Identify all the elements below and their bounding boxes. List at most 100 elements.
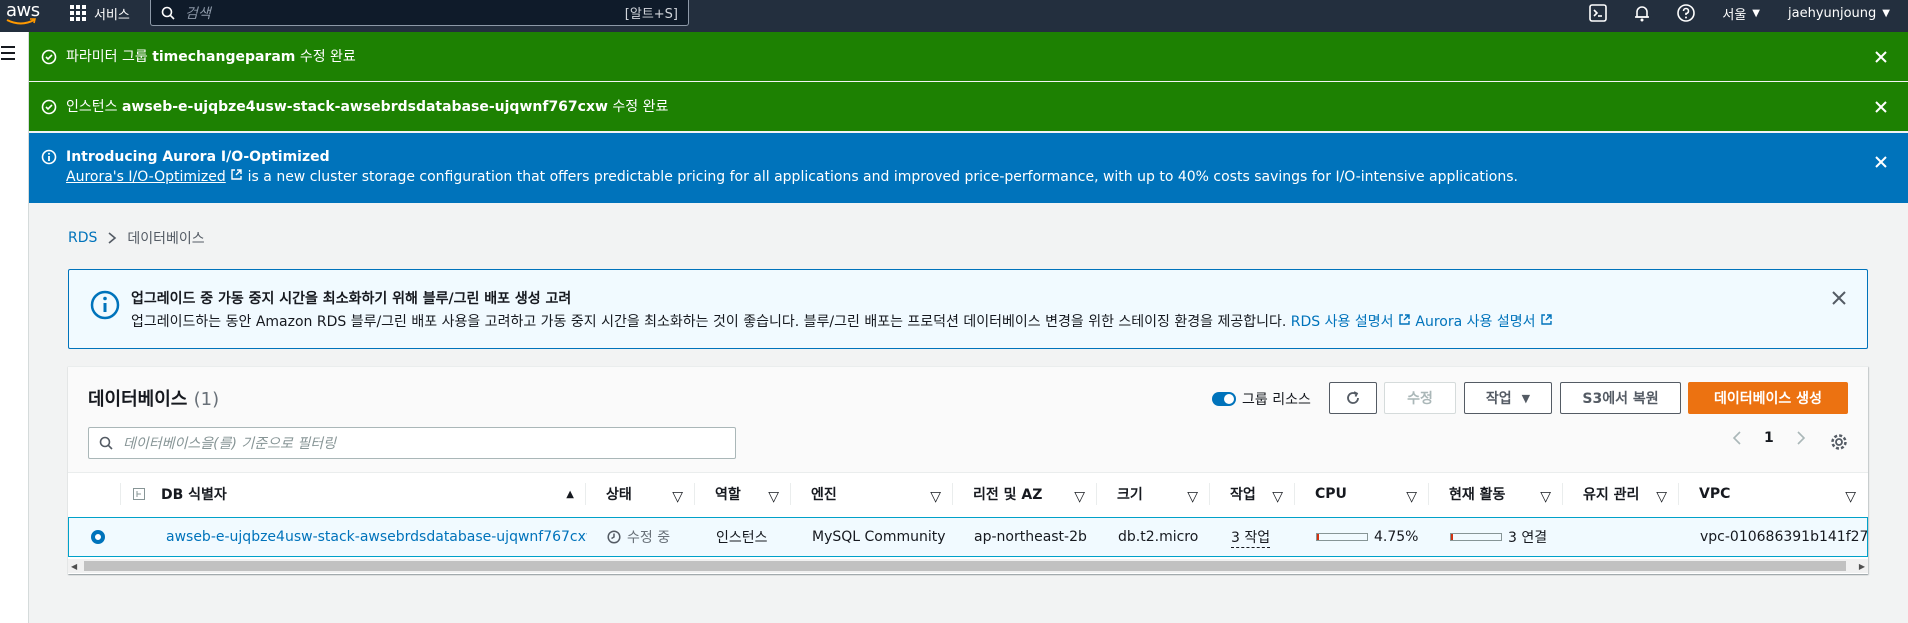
column-label: 상태 [606,487,632,503]
horizontal-scrollbar[interactable]: ◀ ▶ [68,559,1868,573]
group-resources-toggle[interactable]: 그룹 리소스 [1212,389,1311,409]
cloudshell-button[interactable] [1576,3,1620,23]
cpu-meter-fill [1317,534,1320,540]
chevron-right-icon[interactable] [1796,431,1806,445]
column-header[interactable]: 상태 ▽ [586,473,695,515]
account-menu[interactable]: jaehyunjoung ▼ [1788,6,1890,21]
top-navigation: aws 서비스 검색 [알트+S] 서울 ▼ jaehyunjoung ▼ [0,0,1908,32]
help-icon [1677,4,1696,22]
close-icon[interactable] [1874,50,1888,64]
flash-title: Introducing Aurora I/O-Optimized [66,149,330,165]
toggle-switch[interactable] [1212,392,1236,406]
aws-logo[interactable]: aws [4,0,42,32]
modify-button[interactable]: 수정 [1384,382,1456,414]
cell-maintenance [1564,518,1680,556]
cell-region: ap-northeast-2b [954,518,1098,556]
restore-from-s3-button[interactable]: S3에서 복원 [1560,382,1681,414]
column-header[interactable]: 현재 활동 ▽ [1429,473,1563,515]
sort-icon: ▽ [1406,489,1417,505]
radio-selected[interactable] [91,530,105,544]
services-menu[interactable]: 서비스 [70,0,130,26]
db-identifier-link[interactable]: awseb-e-ujqbze4usw-stack-awsebrdsdatabas… [166,529,587,545]
cell-actions: 3 작업 [1211,518,1296,556]
aurora-guide-link[interactable]: Aurora 사용 설명서 [1415,314,1535,330]
vpc-text: vpc-010686391b141f279 [1700,529,1867,545]
services-label: 서비스 [94,7,130,23]
close-icon[interactable] [1874,155,1888,169]
scroll-left-icon[interactable]: ◀ [71,562,77,571]
column-label: 작업 [1230,487,1256,503]
filter-input[interactable]: 데이터베이스을(를) 기준으로 필터링 [88,427,736,459]
status-text: 수정 중 [627,530,671,546]
create-database-button[interactable]: 데이터베이스 생성 [1688,382,1848,414]
column-header[interactable]: CPU ▽ [1295,473,1429,515]
aurora-io-link[interactable]: Aurora's I/O-Optimized [66,169,226,185]
pending-actions-link[interactable]: 3 작업 [1231,527,1271,548]
help-button[interactable] [1664,3,1708,23]
databases-table-panel: 데이터베이스 (1) 그룹 리소스 수정 작업 ▼ S3에서 복원 데이터베이스… [68,366,1868,574]
activity-text: 3 연결 [1508,530,1548,546]
actions-dropdown[interactable]: 작업 ▼ [1464,382,1552,414]
flash-message: Introducing Aurora I/O-Optimized Aurora'… [66,147,1518,187]
column-header[interactable]: 유지 관리 ▽ [1563,473,1679,515]
flash-info-aurora: Introducing Aurora I/O-Optimized Aurora'… [29,133,1908,203]
activity-meter-fill [1451,534,1453,540]
column-header[interactable]: 리전 및 AZ ▽ [953,473,1097,515]
scroll-right-icon[interactable]: ▶ [1859,562,1865,571]
grid-icon [70,5,86,21]
cell-db-identifier: awseb-e-ujqbze4usw-stack-awsebrdsdatabas… [122,518,587,556]
select-column [68,473,121,515]
refresh-button[interactable] [1329,382,1377,414]
sort-icon: ▽ [1272,489,1283,505]
column-header[interactable]: DB 식별자 ▲ [121,473,586,515]
external-link-icon [231,169,242,180]
column-header[interactable]: 역할 ▽ [695,473,791,515]
alert-body: 업그레이드하는 동안 Amazon RDS 블루/그린 배포 사용을 고려하고 … [131,311,1553,331]
region-selector[interactable]: 서울 ▼ [1722,4,1760,23]
alert-body-text: 업그레이드하는 동안 Amazon RDS 블루/그린 배포 사용을 고려하고 … [131,314,1291,330]
restore-label: S3에서 복원 [1582,391,1659,407]
notifications-button[interactable] [1620,3,1664,23]
info-icon [90,290,120,320]
bell-icon [1635,6,1650,22]
close-icon[interactable] [1874,100,1888,114]
hamburger-menu-icon[interactable] [1,46,15,64]
page-number[interactable]: 1 [1764,430,1774,446]
pagination: 1 [1732,430,1806,446]
gear-icon[interactable] [1830,433,1848,451]
column-header[interactable]: 크기 ▽ [1097,473,1210,515]
column-header[interactable]: 작업 ▽ [1210,473,1295,515]
row-select[interactable] [69,518,122,556]
table-row[interactable]: awseb-e-ujqbze4usw-stack-awsebrdsdatabas… [68,517,1868,557]
expand-all-icon[interactable] [133,488,145,500]
column-label: 현재 활동 [1449,487,1506,503]
flash-prefix: 인스턴스 [66,98,122,115]
modify-button-label: 수정 [1407,391,1433,407]
region-label: 서울 [1722,7,1747,23]
rds-guide-link[interactable]: RDS 사용 설명서 [1291,314,1394,330]
flash-message: 인스턴스 awseb-e-ujqbze4usw-stack-awsebrdsda… [66,97,668,117]
search-bar[interactable]: 검색 [알트+S] [150,0,689,26]
close-icon[interactable] [1831,290,1847,306]
sort-icon: ▽ [1845,489,1856,505]
account-name: jaehyunjoung [1788,5,1877,21]
scrollbar-thumb[interactable] [84,561,1846,571]
cell-activity: 3 연결 [1430,518,1564,556]
cell-size: db.t2.micro [1098,518,1211,556]
panel-header: 데이터베이스 (1) 그룹 리소스 수정 작업 ▼ S3에서 복원 데이터베이스… [68,367,1868,473]
filter-placeholder: 데이터베이스을(를) 기준으로 필터링 [123,436,337,452]
cell-cpu: 4.75% [1296,518,1430,556]
chevron-left-icon[interactable] [1732,431,1742,445]
search-input[interactable]: 검색 [185,3,625,23]
search-shortcut: [알트+S] [624,7,678,22]
column-label: 크기 [1117,487,1143,503]
table-header: DB 식별자 ▲ 상태 ▽ 역할 ▽ 엔진 ▽ 리전 및 AZ ▽ 크기 ▽ 작업 ▽ CP… [68,473,1868,515]
sort-icon: ▽ [1074,489,1085,505]
breadcrumb-rds[interactable]: RDS [68,230,97,246]
column-header[interactable]: VPC ▽ [1679,473,1868,515]
column-header[interactable]: 엔진 ▽ [791,473,953,515]
side-rail [0,32,29,623]
flash-success-parameter-group: 파라미터 그룹 timechangeparam 수정 완료 [29,32,1908,81]
blue-green-info-alert: 업그레이드 중 가동 중지 시간을 최소화하기 위해 블루/그린 배포 생성 고… [68,269,1868,349]
sort-ascending-icon: ▲ [566,489,574,500]
